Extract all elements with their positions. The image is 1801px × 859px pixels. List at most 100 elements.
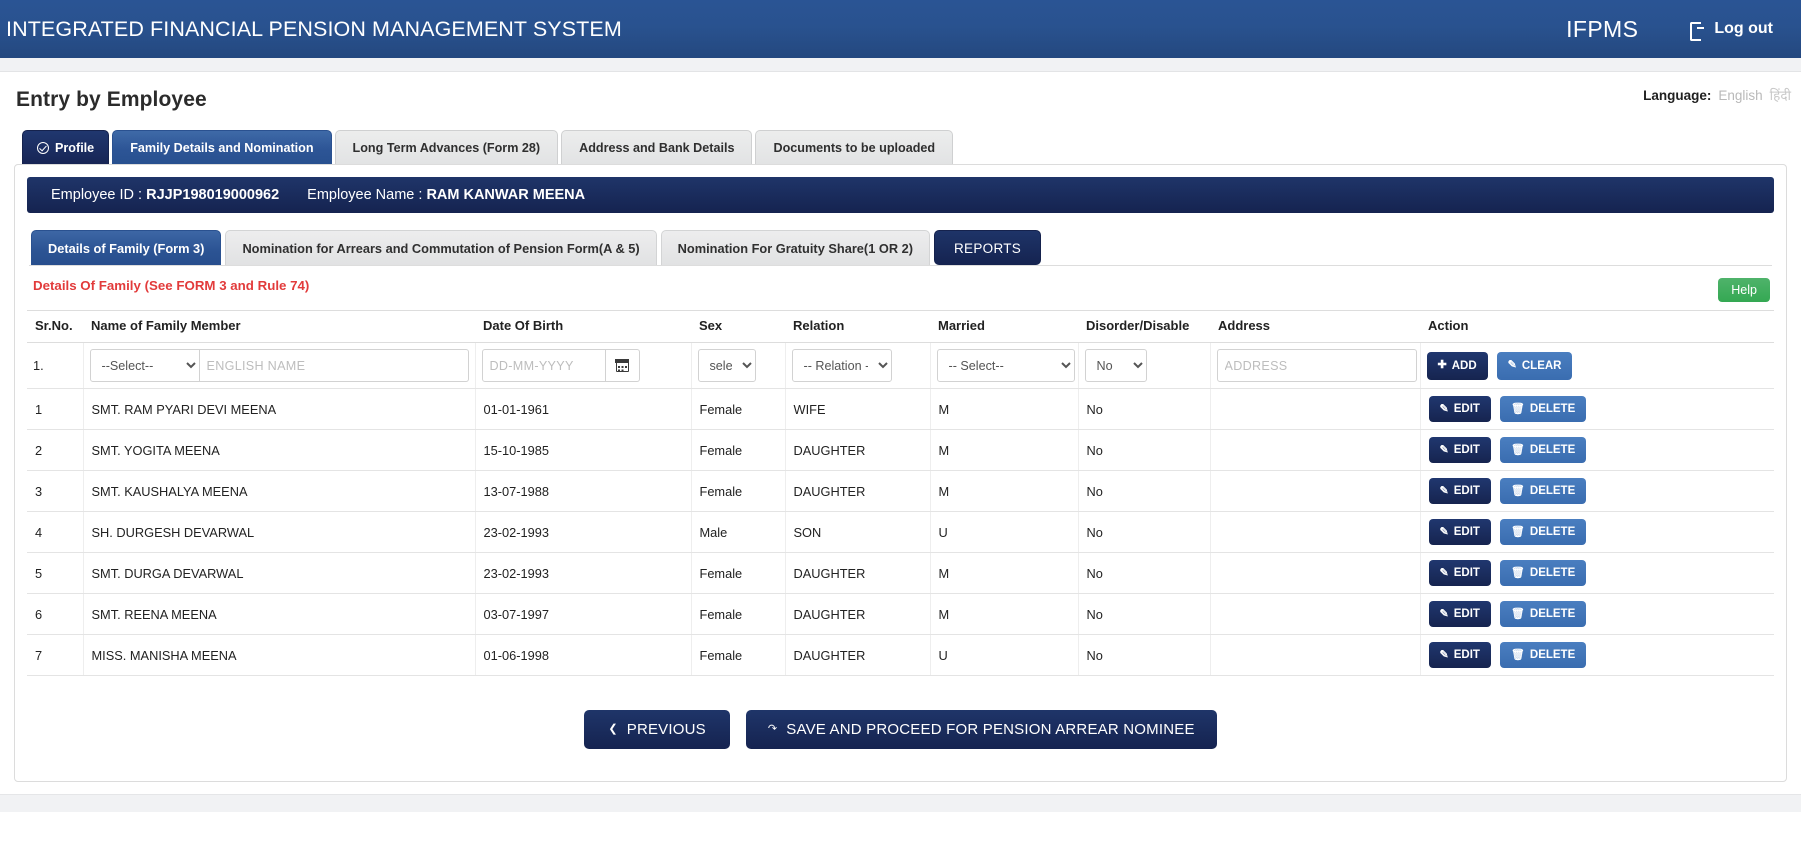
language-option-english[interactable]: English <box>1718 88 1762 103</box>
edit-button[interactable]: ✎ EDIT <box>1428 437 1491 463</box>
tab-family-label: Family Details and Nomination <box>130 140 314 155</box>
check-circle-icon <box>37 141 49 154</box>
tab-profile[interactable]: Profile <box>22 130 110 164</box>
new-row-married-cell: -- Select-- <box>930 342 1079 389</box>
title-select[interactable]: --Select-- <box>89 349 200 382</box>
edit-button[interactable]: ✎ EDIT <box>1428 478 1491 504</box>
row-relation: DAUGHTER <box>785 593 931 635</box>
app-header: INTEGRATED FINANCIAL PENSION MANAGEMENT … <box>0 0 1801 58</box>
row-dob: 23-02-1993 <box>475 511 692 553</box>
edit-icon: ✎ <box>1439 525 1449 538</box>
row-address <box>1210 470 1421 512</box>
row-married: M <box>930 552 1079 594</box>
row-disorder: No <box>1078 511 1211 553</box>
tab-long-term-advances[interactable]: Long Term Advances (Form 28) <box>334 130 559 164</box>
new-row-dob-cell <box>475 342 692 389</box>
new-row-relation-cell: -- Relation -- <box>785 342 931 389</box>
add-button-label: ADD <box>1451 359 1477 372</box>
sub-tab-bar: Details of Family (Form 3) Nomination fo… <box>27 230 1774 265</box>
language-option-hindi[interactable]: हिंदी <box>1770 86 1791 104</box>
address-input[interactable] <box>1216 349 1417 382</box>
relation-select[interactable]: -- Relation -- <box>791 349 892 382</box>
delete-button-label: DELETE <box>1529 444 1576 456</box>
row-relation: DAUGHTER <box>785 470 931 512</box>
employee-name-value: RAM KANWAR MEENA <box>426 187 586 203</box>
row-action-cell: ✎ EDIT 🗑 DELETE <box>1420 511 1774 553</box>
save-and-proceed-button[interactable]: ↷ SAVE AND PROCEED FOR PENSION ARREAR NO… <box>745 710 1217 749</box>
help-button[interactable]: Help <box>1718 278 1770 302</box>
subtab-family-label: Details of Family (Form 3) <box>48 240 205 256</box>
employee-info-bar: Employee ID : RJJP198019000962 Employee … <box>27 177 1774 213</box>
dob-input[interactable] <box>481 349 606 382</box>
column-header-relation: Relation <box>785 310 930 343</box>
subtab-nomination-gratuity-share[interactable]: Nomination For Gratuity Share(1 OR 2) <box>660 230 930 265</box>
delete-button[interactable]: 🗑 DELETE <box>1499 642 1587 668</box>
married-select[interactable]: -- Select-- <box>936 349 1075 382</box>
row-name: MISS. MANISHA MEENA <box>83 634 476 676</box>
employee-name-group: Employee Name : RAM KANWAR MEENA <box>307 187 585 203</box>
row-action-cell: ✎ EDIT 🗑 DELETE <box>1420 388 1774 430</box>
sex-select[interactable]: select <box>697 349 756 382</box>
trash-icon: 🗑 <box>1510 525 1525 538</box>
save-button-label: SAVE AND PROCEED FOR PENSION ARREAR NOMI… <box>786 721 1195 738</box>
new-family-member-row: 1. --Select-- ENGLISH NAME DD-MM-YYYY se… <box>27 342 1774 389</box>
new-row-action-group: ✚ ADD ✎ CLEAR <box>1426 351 1769 380</box>
disorder-select[interactable]: No <box>1084 349 1147 382</box>
edit-button[interactable]: ✎ EDIT <box>1428 519 1491 545</box>
eraser-icon: ✎ <box>1507 359 1517 371</box>
new-row-disorder-cell: No <box>1078 342 1211 389</box>
content-panel: Employee ID : RJJP198019000962 Employee … <box>14 164 1787 782</box>
delete-button[interactable]: 🗑 DELETE <box>1499 560 1587 586</box>
edit-icon: ✎ <box>1439 402 1449 415</box>
main-tab-bar: Profile Family Details and Nomination Lo… <box>0 128 1801 164</box>
edit-button[interactable]: ✎ EDIT <box>1428 396 1491 422</box>
column-header-disorder: Disorder/Disable <box>1078 310 1210 343</box>
row-dob: 13-07-1988 <box>475 470 692 512</box>
row-disorder: No <box>1078 429 1211 471</box>
tab-documents-label: Documents to be uploaded <box>773 140 936 155</box>
family-details-table: Sr.No. Name of Family Member Date Of Bir… <box>27 310 1774 676</box>
row-dob: 23-02-1993 <box>475 552 692 594</box>
row-name: SMT. DURGA DEVARWAL <box>83 552 476 594</box>
calendar-picker-button[interactable] <box>605 349 640 382</box>
tab-documents-to-be-uploaded[interactable]: Documents to be uploaded <box>755 130 954 164</box>
edit-button[interactable]: ✎ EDIT <box>1428 601 1491 627</box>
previous-button[interactable]: ❮ PREVIOUS <box>584 710 730 749</box>
language-switcher: Language: English हिंदी <box>1643 86 1791 104</box>
edit-button[interactable]: ✎ EDIT <box>1428 560 1491 586</box>
delete-button[interactable]: 🗑 DELETE <box>1499 519 1587 545</box>
delete-button[interactable]: 🗑 DELETE <box>1499 396 1587 422</box>
clear-button-label: CLEAR <box>1521 359 1562 372</box>
clear-button[interactable]: ✎ CLEAR <box>1496 351 1573 380</box>
delete-button[interactable]: 🗑 DELETE <box>1499 478 1587 504</box>
subtab-reports[interactable]: REPORTS <box>934 230 1042 265</box>
table-header-row: Sr.No. Name of Family Member Date Of Bir… <box>27 310 1774 343</box>
row-address <box>1210 388 1421 430</box>
table-row: 2 SMT. YOGITA MEENA 15-10-1985 Female DA… <box>27 429 1774 471</box>
row-name: SH. DURGESH DEVARWAL <box>83 511 476 553</box>
tab-address-and-bank-details[interactable]: Address and Bank Details <box>561 130 753 164</box>
row-action-group: ✎ EDIT 🗑 DELETE <box>1428 560 1767 586</box>
tab-family-details-and-nomination[interactable]: Family Details and Nomination <box>112 130 332 164</box>
column-header-sex: Sex <box>691 310 785 343</box>
delete-button[interactable]: 🗑 DELETE <box>1499 437 1587 463</box>
table-head: Sr.No. Name of Family Member Date Of Bir… <box>27 310 1774 343</box>
row-relation: DAUGHTER <box>785 634 931 676</box>
logout-button[interactable]: Log out <box>1690 20 1773 41</box>
delete-button[interactable]: 🗑 DELETE <box>1499 601 1587 627</box>
row-married: U <box>930 511 1079 553</box>
new-row-name-cell: --Select-- <box>83 342 476 389</box>
edit-button[interactable]: ✎ EDIT <box>1428 642 1491 668</box>
row-disorder: No <box>1078 470 1211 512</box>
previous-button-label: PREVIOUS <box>626 721 706 738</box>
subtab-details-of-family[interactable]: Details of Family (Form 3) <box>31 230 222 265</box>
delete-button-label: DELETE <box>1529 567 1576 579</box>
name-input[interactable] <box>199 349 469 382</box>
column-header-dob: Date Of Birth <box>475 310 691 343</box>
section-title: Details Of Family (See FORM 3 and Rule 7… <box>33 278 310 293</box>
trash-icon: 🗑 <box>1510 443 1525 456</box>
row-relation: DAUGHTER <box>785 552 931 594</box>
add-button[interactable]: ✚ ADD <box>1426 351 1488 380</box>
subtab-nomination-arrears-commutation[interactable]: Nomination for Arrears and Commutation o… <box>225 230 657 265</box>
row-address <box>1210 552 1421 594</box>
